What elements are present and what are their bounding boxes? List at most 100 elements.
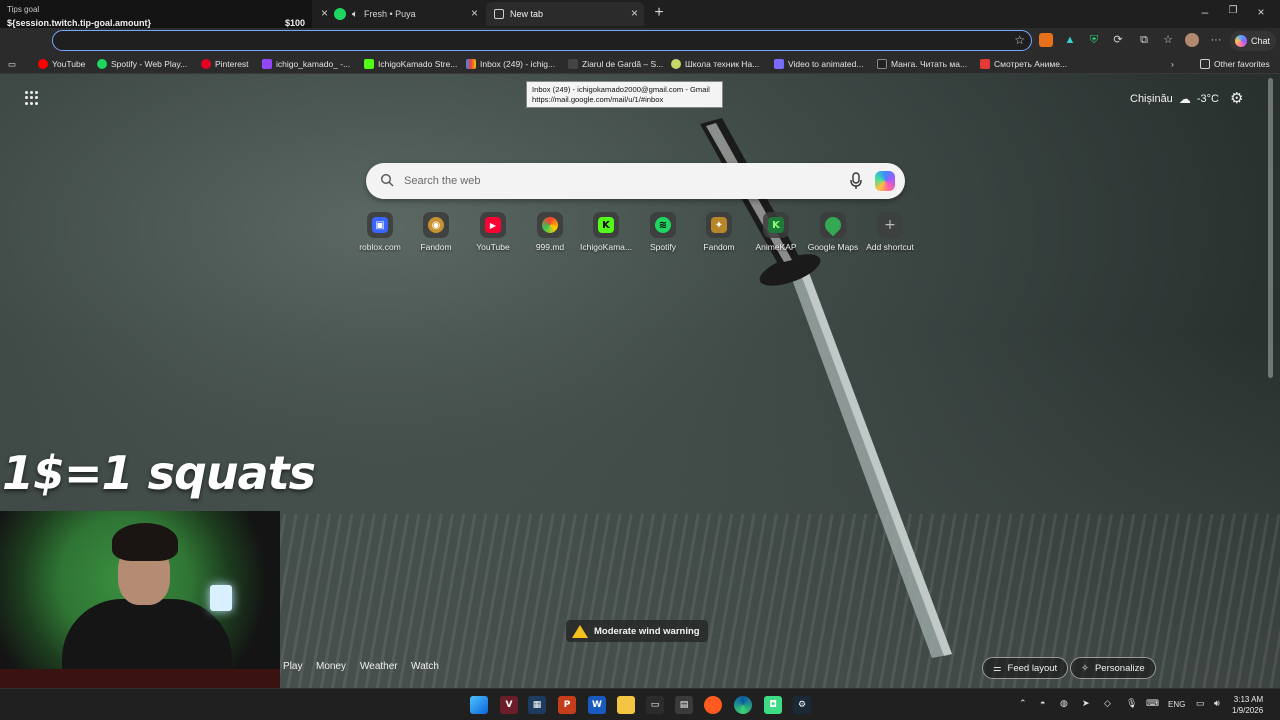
youtube-icon xyxy=(38,59,48,69)
app-icon[interactable]: ▭ xyxy=(646,696,664,714)
copilot-icon[interactable] xyxy=(875,171,895,191)
feed-layout-button[interactable]: ⚌ Feed layout xyxy=(982,657,1069,679)
pinterest-icon xyxy=(201,59,211,69)
edge-icon[interactable] xyxy=(734,696,752,714)
feed-tab-watch[interactable]: Watch xyxy=(411,661,439,672)
shortcut-animekap[interactable]: K AnimeKAP xyxy=(746,212,806,252)
animekap-icon: K xyxy=(768,217,784,233)
bookmark-label: IchigoKamado Stre... xyxy=(378,59,458,69)
extensions-icon[interactable]: ⧉ xyxy=(1137,33,1151,47)
page-scrollbar[interactable] xyxy=(1268,78,1273,378)
tooltip-title: Inbox (249) - ichigokamado2000@gmail.com… xyxy=(532,85,710,94)
restore-button[interactable]: ❐ xyxy=(1224,5,1242,16)
microsoft-store-icon[interactable]: ▤ xyxy=(675,696,693,714)
refresh-extension-icon[interactable]: ⟳ xyxy=(1111,33,1125,47)
bookmark-school[interactable]: Школа техник На... xyxy=(671,57,759,71)
copilot-chat-button[interactable]: Chat xyxy=(1230,31,1276,51)
tips-goal-title: Tips goal xyxy=(7,5,40,14)
extension-icon[interactable]: ▲ xyxy=(1063,33,1077,47)
feed-tab-money[interactable]: Money xyxy=(316,661,346,672)
apps-grid-icon[interactable] xyxy=(25,91,39,105)
profile-avatar[interactable] xyxy=(1185,33,1199,47)
tab-label: New tab xyxy=(510,9,544,19)
tab-new-tab[interactable]: New tab × xyxy=(486,2,644,26)
personalize-button[interactable]: ✧ Personalize xyxy=(1070,657,1156,679)
more-options-icon[interactable]: ··· xyxy=(1209,33,1223,47)
bookmark-label: Inbox (249) - ichig... xyxy=(480,59,556,69)
volume-icon[interactable]: 🔊︎ xyxy=(1214,698,1220,709)
fandom-icon: ◉ xyxy=(428,217,444,233)
shield-icon[interactable]: ⛨ xyxy=(1087,33,1101,47)
shortcut-fandom-2[interactable]: ✦ Fandom xyxy=(689,212,749,252)
tips-goal-amount: $100 xyxy=(284,18,305,28)
workspaces-icon[interactable]: ▭ xyxy=(8,57,16,71)
shortcut-label: Fandom xyxy=(420,242,452,252)
bookmark-manga[interactable]: Манга. Читать ма... xyxy=(877,57,967,71)
shortcut-google-maps[interactable]: Google Maps xyxy=(803,212,863,252)
new-tab-button[interactable]: + xyxy=(650,4,668,22)
address-bar[interactable]: ☆ xyxy=(52,30,1032,51)
feed-tab-play[interactable]: Play xyxy=(283,661,302,672)
weather-widget[interactable]: Chișinău ☁︎ -3°C xyxy=(1130,92,1219,106)
speaker-icon[interactable]: 🔈︎ xyxy=(352,9,358,20)
steam-tray-icon[interactable]: ◍ xyxy=(1060,698,1068,709)
shortcut-label: Fandom xyxy=(703,242,735,252)
app-icon[interactable]: ◘ xyxy=(764,696,782,714)
collections-icon[interactable]: ☆ xyxy=(1161,33,1175,47)
extension-icon[interactable] xyxy=(1039,33,1053,47)
system-clock[interactable]: 3:13 AM 1/9/2026 xyxy=(1232,694,1263,716)
tips-goal-variable: ${session.twitch.tip-goal.amount} xyxy=(7,18,152,28)
close-window-button[interactable]: × xyxy=(1252,5,1270,19)
shortcut-999md[interactable]: 999.md xyxy=(520,212,580,252)
streamer-hair xyxy=(112,523,178,561)
valorant-icon[interactable]: V xyxy=(500,696,518,714)
steam-icon[interactable]: ⚙︎ xyxy=(793,696,811,714)
shortcut-youtube[interactable]: ▶ YouTube xyxy=(463,212,523,252)
bookmark-video-to-gif[interactable]: Video to animated... xyxy=(774,57,863,71)
favorite-star-icon[interactable]: ☆ xyxy=(1014,33,1025,47)
minimize-button[interactable]: – xyxy=(1196,5,1214,19)
bookmark-zdg[interactable]: Ziarul de Gardă – S... xyxy=(568,57,663,71)
close-icon[interactable]: × xyxy=(631,6,638,20)
chevron-up-icon[interactable]: ⌃ xyxy=(1019,698,1027,709)
monitor-icon[interactable]: ▭ xyxy=(1196,698,1205,709)
sliders-icon: ⚌ xyxy=(993,662,1002,674)
gear-icon[interactable]: ⚙︎ xyxy=(1230,89,1243,107)
app-icon[interactable]: ▦ xyxy=(528,696,546,714)
language-indicator[interactable]: ENG xyxy=(1168,700,1185,709)
powerpoint-icon[interactable]: P xyxy=(558,696,576,714)
app-icon[interactable] xyxy=(704,696,722,714)
bookmark-spotify[interactable]: Spotify - Web Play... xyxy=(97,57,187,71)
keyboard-icon[interactable]: ⌨︎ xyxy=(1146,698,1159,709)
shortcut-kick[interactable]: K IchigoKama... xyxy=(576,212,636,252)
bookmark-pinterest[interactable]: Pinterest xyxy=(201,57,249,71)
tab-spotify[interactable]: 🔈︎ Fresh • Puya × xyxy=(326,2,484,26)
bookmark-gmail[interactable]: Inbox (249) - ichig... xyxy=(466,57,555,71)
shortcut-spotify[interactable]: ≋ Spotify xyxy=(633,212,693,252)
close-icon[interactable]: × xyxy=(471,6,478,20)
feed-tab-weather[interactable]: Weather xyxy=(360,661,398,672)
shortcut-roblox[interactable]: ▣ roblox.com xyxy=(350,212,410,252)
file-explorer-icon[interactable] xyxy=(617,696,635,714)
word-icon[interactable]: W xyxy=(588,696,606,714)
microphone-icon[interactable]: 🎙︎ xyxy=(1126,698,1137,709)
chevron-right-icon[interactable]: › xyxy=(1171,57,1174,71)
anime-icon xyxy=(980,59,990,69)
add-shortcut-button[interactable]: + Add shortcut xyxy=(860,212,920,252)
start-menu-icon[interactable] xyxy=(470,696,488,714)
discord-icon[interactable]: ◓ xyxy=(1040,698,1045,708)
wind-warning-badge[interactable]: Moderate wind warning xyxy=(566,620,708,642)
shortcut-label: Google Maps xyxy=(807,242,859,252)
app-tray-icon[interactable]: ◇ xyxy=(1104,698,1111,709)
bookmark-anime[interactable]: Смотреть Аниме... xyxy=(980,57,1067,71)
desk xyxy=(0,669,280,688)
telegram-icon[interactable]: ➤ xyxy=(1082,698,1090,709)
999md-icon xyxy=(542,217,558,233)
microphone-icon[interactable] xyxy=(849,172,863,190)
bookmark-kick[interactable]: IchigoKamado Stre... xyxy=(364,57,457,71)
other-favorites[interactable]: Other favorites xyxy=(1200,57,1270,71)
search-input[interactable] xyxy=(404,172,834,190)
bookmark-twitch[interactable]: ichigo_kamado_ -... xyxy=(262,57,350,71)
shortcut-fandom[interactable]: ◉ Fandom xyxy=(406,212,466,252)
bookmark-youtube[interactable]: YouTube xyxy=(38,57,85,71)
